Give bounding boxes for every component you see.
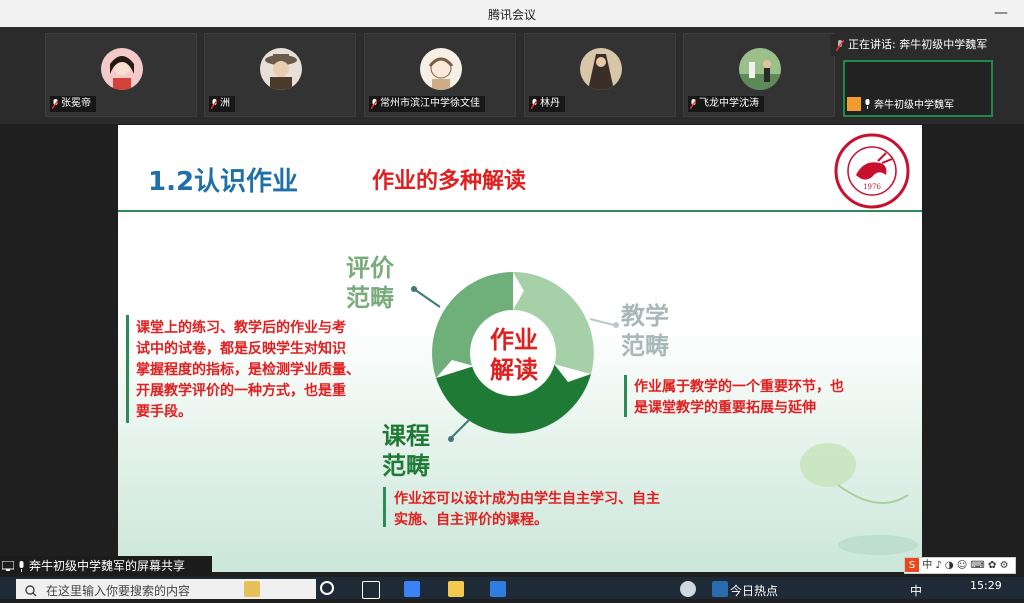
mic-icon xyxy=(865,98,870,109)
browser-icon[interactable] xyxy=(680,581,696,597)
task-view-icon[interactable] xyxy=(362,581,380,599)
mic-icon xyxy=(19,560,24,572)
user-icon xyxy=(847,96,861,111)
participant-tile[interactable]: 常州市滨江中学徐文佳 xyxy=(364,33,516,117)
participant-name: 飞龙中学沈涛 xyxy=(699,98,759,109)
teach-label: 教学 范畴 xyxy=(621,302,669,360)
mic-muted-icon xyxy=(371,99,377,109)
eval-text: 课堂上的练习、教学后的作业与考 试中的试卷，都是反映学生对知识 掌握程度的指标，… xyxy=(136,320,360,420)
screen-share-banner[interactable]: 奔牛初级中学魏军的屏幕共享 xyxy=(0,556,212,576)
clock[interactable]: 15:29 xyxy=(970,577,1002,595)
news-widget[interactable]: 今日热点 xyxy=(730,579,778,603)
eval-bar xyxy=(126,315,129,423)
ime-indicator[interactable]: 中 xyxy=(910,579,922,603)
participant-tile[interactable]: 洲 xyxy=(204,33,356,117)
self-video-tile[interactable]: 奔牛初级中学魏军 xyxy=(843,60,993,117)
self-name: 奔牛初级中学魏军 xyxy=(874,100,954,111)
divider xyxy=(118,210,922,212)
search-icon xyxy=(25,585,37,597)
slide-subtitle: 作业的多种解读 xyxy=(372,169,527,194)
mic-muted-icon xyxy=(690,99,696,109)
participant-name: 洲 xyxy=(220,98,230,109)
participant-tile[interactable]: 张冕帝 xyxy=(45,33,197,117)
sogou-icon: S xyxy=(905,558,919,572)
course-connector xyxy=(448,418,471,442)
mic-muted-icon xyxy=(531,99,537,109)
mic-muted-icon xyxy=(836,39,844,51)
ime-toolbar-text: 中 ♪ ◑ ☺ ⌨ ✿ ⚙ xyxy=(922,560,1009,571)
search-highlight-icon[interactable] xyxy=(244,581,260,597)
avatar xyxy=(739,48,781,90)
avatar xyxy=(260,48,302,90)
lotus-decoration-icon xyxy=(800,443,918,555)
teach-bar xyxy=(624,375,627,417)
participant-name: 林丹 xyxy=(540,98,560,109)
taskbar-search[interactable]: 在这里输入你要搜索的内容 xyxy=(16,579,316,599)
mic-muted-icon xyxy=(52,99,58,109)
avatar xyxy=(580,48,622,90)
slide-title: 1.2认识作业 xyxy=(148,167,299,197)
course-text: 作业还可以设计成为由学生自主学习、自主 实施、自主评价的课程。 xyxy=(394,491,660,528)
title-bar: 腾讯会议 — xyxy=(0,0,1024,27)
search-placeholder: 在这里输入你要搜索的内容 xyxy=(46,584,191,598)
school-logo-icon: 1976 xyxy=(834,133,910,209)
teach-connector xyxy=(589,318,619,328)
minimize-button[interactable]: — xyxy=(978,0,1024,27)
svg-text:1976: 1976 xyxy=(863,183,881,191)
shared-slide: 1.2认识作业 作业的多种解读 1976 评价 范畴 课堂上的练习、教学后的作业… xyxy=(118,125,922,572)
course-bar xyxy=(383,487,386,527)
share-banner-text: 奔牛初级中学魏军的屏幕共享 xyxy=(29,559,186,573)
tencent-meeting-icon[interactable] xyxy=(404,581,420,597)
eval-connector xyxy=(411,286,441,308)
avatar xyxy=(420,48,462,90)
taskbar: 在这里输入你要搜索的内容 今日热点 中 15:29 xyxy=(0,577,1024,599)
teach-text: 作业属于教学的一个重要环节，也 是课堂教学的重要拓展与延伸 xyxy=(634,379,844,416)
speaking-text: 正在讲话: 奔牛初级中学魏军 xyxy=(848,38,988,51)
cortana-icon[interactable] xyxy=(320,581,334,595)
participant-name: 张冕帝 xyxy=(61,98,91,109)
participant-tile[interactable]: 林丹 xyxy=(524,33,676,117)
eval-label: 评价 范畴 xyxy=(346,254,394,312)
mic-muted-icon xyxy=(211,99,217,109)
screen-share-icon xyxy=(2,561,14,571)
speaking-indicator: 正在讲话: 奔牛初级中学魏军 xyxy=(830,34,1006,56)
participant-name: 常州市滨江中学徐文佳 xyxy=(380,98,480,109)
window-title: 腾讯会议 xyxy=(487,8,536,22)
avatar xyxy=(101,48,143,90)
course-label: 课程 范畴 xyxy=(382,422,430,480)
participant-tile[interactable]: 飞龙中学沈涛 xyxy=(683,33,835,117)
center-label: 作业 解读 xyxy=(490,326,538,384)
news-icon[interactable] xyxy=(712,581,728,597)
app-icon[interactable] xyxy=(490,581,506,597)
file-explorer-icon[interactable] xyxy=(448,581,464,597)
ime-toolbar[interactable]: S 中 ♪ ◑ ☺ ⌨ ✿ ⚙ xyxy=(904,557,1016,574)
